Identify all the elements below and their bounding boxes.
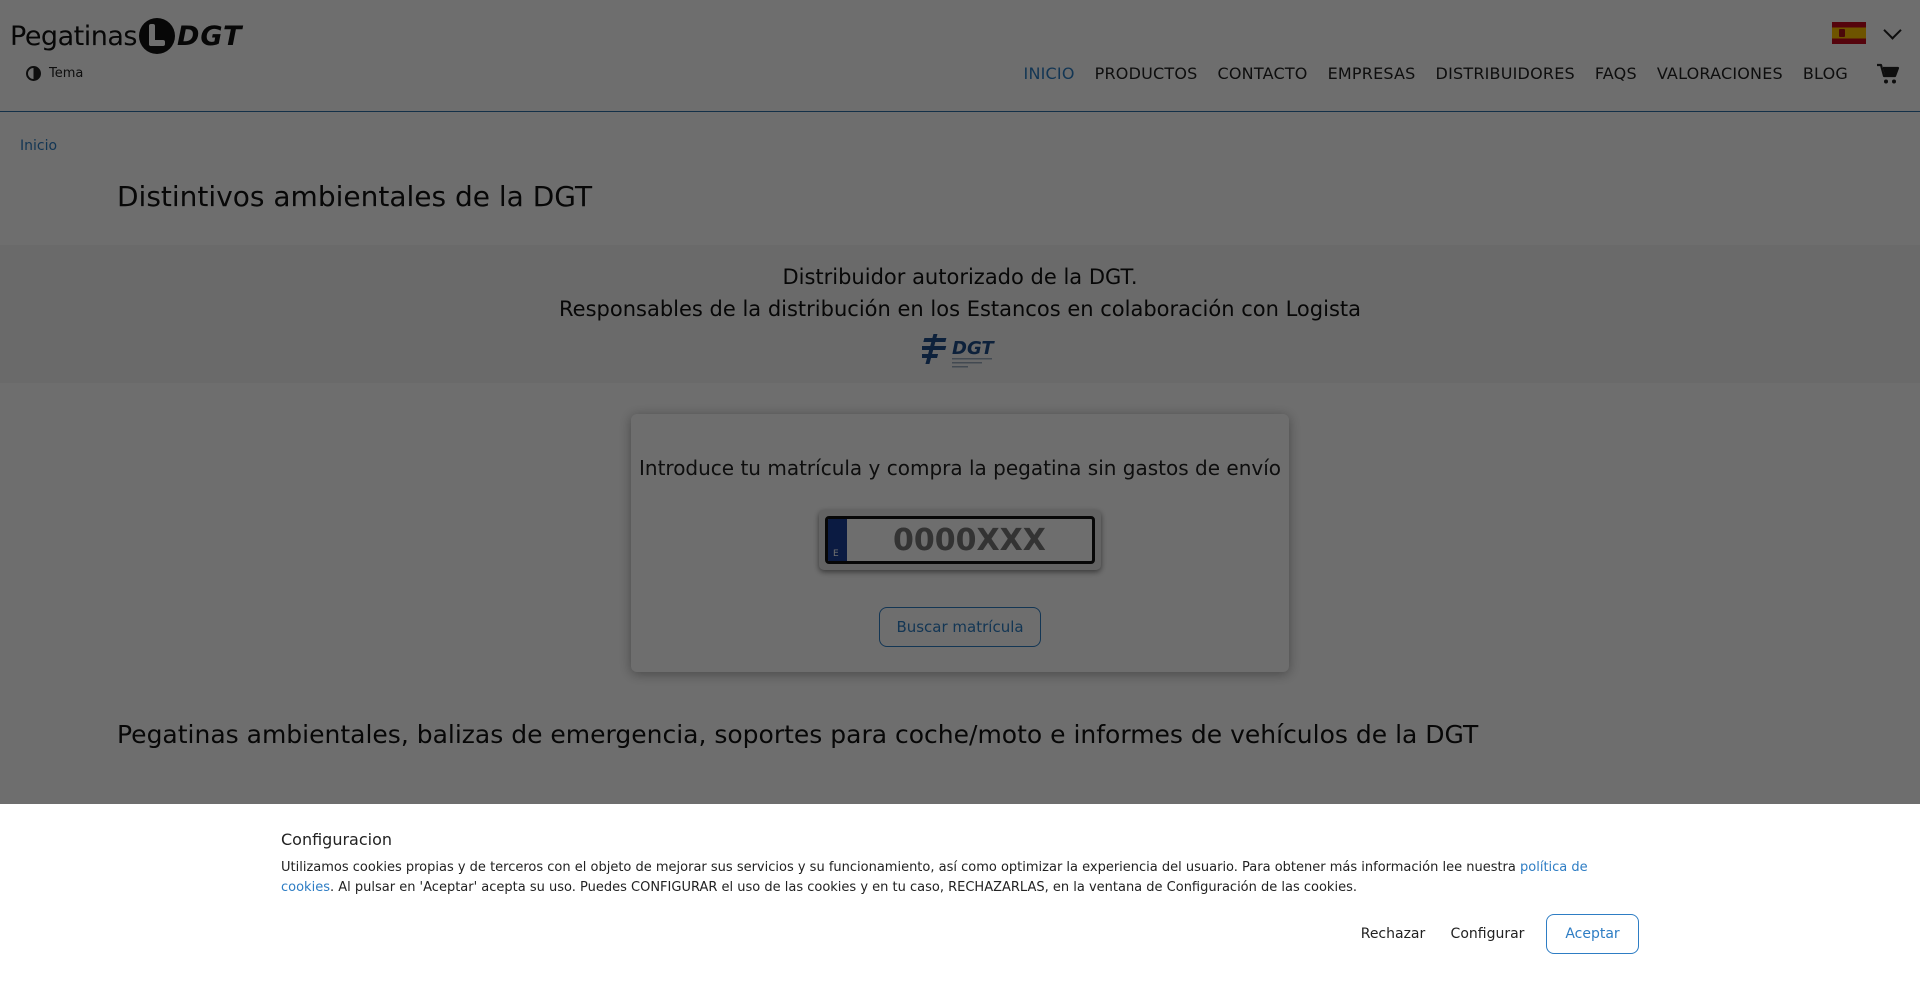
nav-blog[interactable]: BLOG — [1803, 64, 1848, 83]
nav-faqs[interactable]: FAQS — [1595, 64, 1637, 83]
plate-country-code: E — [833, 549, 839, 559]
banner-line-1: Distribuidor autorizado de la DGT. — [782, 265, 1138, 289]
nav-distribuidores[interactable]: DISTRIBUIDORES — [1436, 64, 1575, 83]
site-header: Pegatinas DGT Tema INICIO PRODUCTOS CONT… — [0, 0, 1920, 112]
license-plate: E — [819, 510, 1101, 570]
language-selector[interactable] — [1832, 20, 1902, 44]
main-nav: INICIO PRODUCTOS CONTACTO EMPRESAS DISTR… — [1004, 64, 1848, 83]
spain-flag-icon — [1832, 22, 1866, 44]
search-plate-button[interactable]: Buscar matrícula — [879, 607, 1041, 647]
banner-line-2: Responsables de la distribución en los E… — [559, 297, 1361, 321]
theme-label: Tema — [49, 66, 84, 81]
authorized-distributor-banner: Distribuidor autorizado de la DGT. Respo… — [0, 245, 1920, 383]
nav-contacto[interactable]: CONTACTO — [1218, 64, 1308, 83]
plate-search-card: Introduce tu matrícula y compra la pegat… — [631, 414, 1289, 672]
nav-empresas[interactable]: EMPRESAS — [1328, 64, 1416, 83]
eu-band: E — [828, 519, 847, 561]
logo-text: Pegatinas — [10, 20, 137, 52]
cart-icon[interactable] — [1876, 63, 1900, 85]
dgt-logo-text: DGT — [952, 338, 995, 359]
section-title: Pegatinas ambientales, balizas de emerge… — [117, 720, 1479, 749]
theme-toggle[interactable]: Tema — [26, 66, 83, 81]
breadcrumb-home[interactable]: Inicio — [20, 138, 57, 154]
logo-brand: DGT — [176, 20, 243, 52]
cookie-banner: Configuracion Utilizamos cookies propias… — [0, 804, 1920, 993]
dgt-logo-icon: DGT — [922, 334, 995, 368]
cookie-title: Configuracion — [281, 830, 393, 849]
nav-productos[interactable]: PRODUCTOS — [1095, 64, 1198, 83]
site-logo[interactable]: Pegatinas DGT — [10, 16, 242, 56]
reject-cookies-button[interactable]: Rechazar — [1348, 914, 1438, 954]
configure-cookies-button[interactable]: Configurar — [1445, 914, 1530, 954]
plate-input[interactable] — [847, 519, 1092, 561]
chevron-down-icon — [1883, 20, 1902, 40]
modal-backdrop — [0, 0, 1920, 804]
accept-cookies-button[interactable]: Aceptar — [1546, 914, 1639, 954]
cookie-text-start: Utilizamos cookies propias y de terceros… — [281, 860, 1521, 875]
logo-mark-icon — [138, 18, 175, 54]
contrast-icon — [26, 66, 41, 81]
plate-search-title: Introduce tu matrícula y compra la pegat… — [639, 456, 1281, 480]
nav-inicio[interactable]: INICIO — [1024, 64, 1075, 83]
cookie-text: Utilizamos cookies propias y de terceros… — [281, 858, 1641, 898]
nav-valoraciones[interactable]: VALORACIONES — [1657, 64, 1783, 83]
cookie-text-end: . Al pulsar en 'Aceptar' acepta su uso. … — [329, 880, 1357, 895]
license-plate-frame: E — [825, 516, 1095, 564]
page-title: Distintivos ambientales de la DGT — [117, 180, 593, 213]
